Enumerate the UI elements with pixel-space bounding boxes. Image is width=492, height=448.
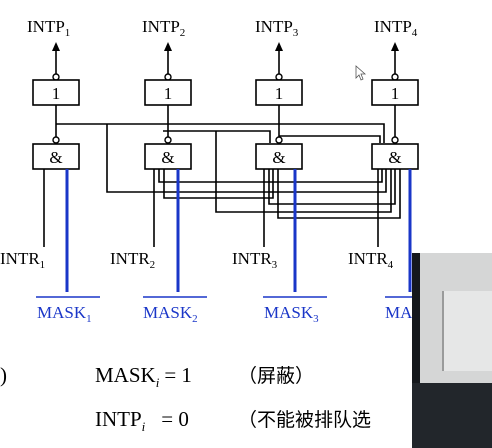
inverter-bubble <box>275 136 283 144</box>
chain-wire-e <box>268 169 396 205</box>
intp-label-1: INTP1 <box>27 17 70 39</box>
or-gate-label: 1 <box>391 84 400 103</box>
mask-label-4: MA <box>385 303 413 322</box>
cursor-icon <box>355 65 367 81</box>
and-gate-label: & <box>388 148 401 167</box>
or-gate-label: 1 <box>275 84 284 103</box>
video-dark-area <box>412 383 492 448</box>
arrowhead-icon <box>275 42 283 51</box>
intp-label-3: INTP3 <box>255 17 299 39</box>
intp-label-2: INTP2 <box>142 17 185 39</box>
video-doorway <box>442 291 492 371</box>
chain-wire-c <box>163 169 274 199</box>
mask-label-1: MASK1 <box>37 303 92 325</box>
inverter-bubble <box>391 136 399 144</box>
or-gate-label: 1 <box>52 84 61 103</box>
arrowhead-icon <box>164 42 172 51</box>
interrupt-priority-circuit-slide: 1 1 1 1 & & & & INTP1 INTP2 INTP3 INTP4 … <box>0 0 492 448</box>
intp-label-4: INTP4 <box>374 17 418 39</box>
mask-i-note: （屏蔽） <box>238 365 314 387</box>
priority-bus-3 <box>279 135 381 143</box>
arrowhead-icon <box>52 42 60 51</box>
and-gate-label: & <box>272 148 285 167</box>
and-gate-label: & <box>49 148 62 167</box>
intp-i-note: （不能被排队选 <box>238 409 371 431</box>
or-gate-label: 1 <box>164 84 173 103</box>
and-gate-label: & <box>161 148 174 167</box>
inverter-bubble <box>164 73 172 81</box>
inverter-bubble <box>164 136 172 144</box>
intr-label-1: INTR1 <box>0 249 45 271</box>
inverter-bubble <box>52 136 60 144</box>
mask-i-equation: MASKi = 1 <box>95 363 192 390</box>
inverter-bubble <box>391 73 399 81</box>
left-paren: ) <box>0 363 7 387</box>
inverter-bubble <box>52 73 60 81</box>
intp-i-equation: INTPi = 0 <box>95 407 189 434</box>
intr-label-4: INTR4 <box>348 249 394 271</box>
inverter-bubble <box>275 73 283 81</box>
arrowhead-icon <box>391 42 399 51</box>
webcam-video-overlay <box>412 253 492 448</box>
chain-wire-b <box>158 169 383 183</box>
mask-label-2: MASK2 <box>143 303 198 325</box>
chain-wire-d <box>215 131 392 213</box>
priority-bus-1 <box>56 123 385 143</box>
intr-label-2: INTR2 <box>110 249 155 271</box>
intr-label-3: INTR3 <box>232 249 278 271</box>
mask-label-3: MASK3 <box>264 303 319 325</box>
